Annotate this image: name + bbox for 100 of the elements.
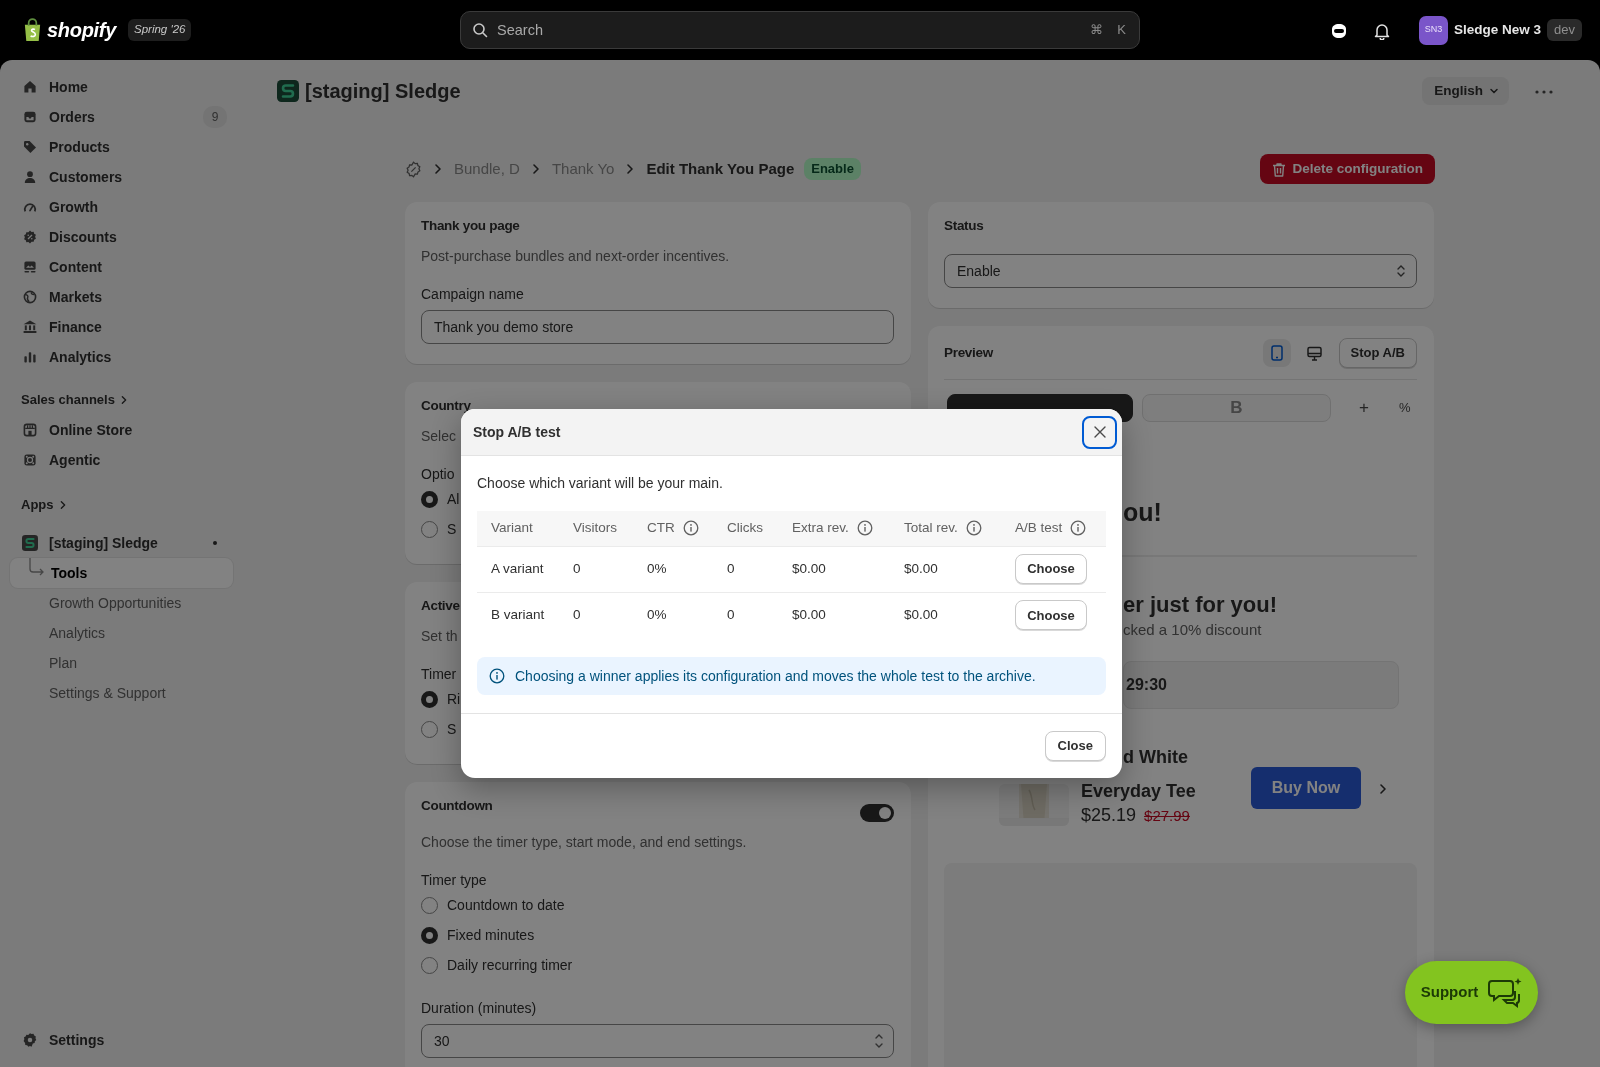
notice-text: Choosing a winner applies its configuration and moves the whole test to the archive.	[515, 666, 1036, 686]
card-description: Post-purchase bundles and next-order incentives.	[421, 247, 730, 266]
card-description: Choose the timer type, start mode, and end settings.	[421, 833, 747, 852]
card-description: Set th	[421, 627, 458, 646]
info-icon	[856, 520, 873, 537]
info-icon	[682, 520, 699, 537]
option-label: Ri	[447, 689, 461, 709]
stop-button[interactable]: Stop A/B	[1338, 338, 1417, 368]
phone-icon	[1270, 345, 1283, 361]
select-arrows-icon	[1396, 263, 1406, 279]
sidebar-item[interactable]: Growth	[10, 192, 233, 222]
close-button[interactable]: Close	[1044, 731, 1106, 761]
option-label: S	[447, 519, 457, 539]
support-button[interactable]: Support	[1405, 961, 1538, 1024]
table-cell: $0.00	[890, 546, 1001, 592]
home-icon	[22, 79, 38, 95]
radio-button[interactable]	[421, 520, 438, 538]
app-item[interactable]: [staging] Sledge	[10, 528, 233, 558]
dot-icon	[213, 541, 217, 545]
tray-icon	[22, 109, 38, 125]
account-name[interactable]: Sledge New 3	[1454, 19, 1542, 41]
sidebar-item[interactable]: Customers	[10, 162, 233, 192]
sidebar-item[interactable]: Orders 9	[10, 102, 233, 132]
close-button[interactable]	[1082, 415, 1117, 449]
sidebar-item[interactable]: Agentic	[10, 445, 233, 475]
split-button[interactable]: %	[1394, 398, 1415, 418]
column-header: Variant	[491, 519, 533, 538]
column-header: Total rev.	[904, 519, 958, 538]
sidebar-item[interactable]: Discounts	[10, 222, 233, 252]
close-icon	[1093, 426, 1106, 438]
variant-tab[interactable]: B	[1142, 394, 1331, 422]
column-header: A/B test	[1015, 519, 1063, 538]
choose-button[interactable]: Choose	[1015, 600, 1087, 631]
sidebar-item[interactable]: Products	[10, 132, 233, 162]
shortcut-key: K	[1117, 20, 1126, 40]
column-header: Extra rev.	[792, 519, 849, 538]
sidebar-item[interactable]: Plan	[10, 648, 233, 678]
sidebar-item[interactable]: Analytics	[10, 618, 233, 648]
radio-button[interactable]	[421, 490, 438, 508]
stepper-icon	[874, 1032, 884, 1050]
info-icon	[965, 520, 982, 537]
card-title: Country	[421, 397, 471, 415]
bar-chart-icon	[22, 349, 38, 365]
table-cell: 0	[713, 592, 778, 638]
tag-icon	[22, 139, 38, 155]
robot-icon	[22, 452, 38, 468]
sidebar-item[interactable]: Finance	[10, 312, 233, 342]
field-label: Campaign name	[421, 285, 524, 304]
environment-badge: dev	[1547, 19, 1582, 41]
sidebar-item[interactable]: Growth Opportunities	[10, 588, 233, 618]
bank-icon	[22, 319, 38, 335]
gear-icon	[22, 1032, 38, 1048]
sidebar-item[interactable]: Analytics	[10, 342, 233, 372]
add-button[interactable]: +	[1355, 395, 1373, 421]
card-title: Thank you page	[421, 217, 520, 235]
status-select[interactable]: Enable	[944, 254, 1417, 288]
compare-price: $27.99	[1144, 806, 1190, 826]
trash-icon	[1272, 161, 1287, 177]
language-dropdown[interactable]: English	[1422, 77, 1509, 105]
status-badge: Enable	[804, 158, 861, 180]
table-cell: A variant	[477, 546, 559, 592]
device-button[interactable]	[1262, 339, 1291, 367]
radio-button[interactable]	[421, 690, 438, 708]
option-label: S	[447, 719, 457, 739]
option-label: Al	[447, 489, 460, 509]
radio-button[interactable]	[421, 926, 438, 944]
delete-button[interactable]: Delete configuration	[1260, 154, 1435, 184]
edition-badge: Spring '26	[128, 19, 192, 41]
modal-title: Stop A/B test	[473, 422, 561, 442]
toggle-switch[interactable]	[860, 804, 894, 822]
avatar[interactable]: SN3	[1419, 15, 1448, 45]
option-label: Fixed minutes	[447, 925, 535, 945]
card-title: Preview	[944, 344, 993, 362]
text-field[interactable]: Thank you demo store	[421, 310, 894, 344]
product-price: $25.19	[1081, 804, 1137, 827]
sidebar-item[interactable]: Tools	[10, 558, 233, 588]
person-icon	[22, 169, 38, 185]
option-label: Countdown to date	[447, 895, 565, 915]
column-header: Clicks	[727, 519, 763, 538]
column-header: Visitors	[573, 519, 617, 538]
sidebar-item[interactable]: Settings	[10, 1025, 233, 1055]
page-title: [staging] Sledge	[305, 79, 461, 104]
section-title[interactable]: Sales channels	[10, 388, 233, 412]
info-icon	[489, 668, 505, 684]
chat-icon	[1488, 976, 1523, 1009]
radio-button[interactable]	[421, 896, 438, 914]
radio-button[interactable]	[421, 956, 438, 974]
card-title: Countdown	[421, 797, 493, 815]
sidebar-item[interactable]: Online Store	[10, 415, 233, 445]
sidebar-item[interactable]: Content	[10, 252, 233, 282]
sidebar-item[interactable]: Markets	[10, 282, 233, 312]
number-field[interactable]: 30	[421, 1024, 894, 1058]
sidebar-item[interactable]: Home	[10, 72, 233, 102]
choose-button[interactable]: Choose	[1015, 554, 1087, 584]
storefront-icon	[22, 422, 38, 438]
brand-name[interactable]: shopify	[47, 15, 116, 45]
buy-button[interactable]: Buy Now	[1251, 767, 1361, 809]
sidebar-item[interactable]: Settings & Support	[10, 678, 233, 708]
section-title[interactable]: Apps	[10, 493, 233, 517]
radio-button[interactable]	[421, 720, 438, 738]
